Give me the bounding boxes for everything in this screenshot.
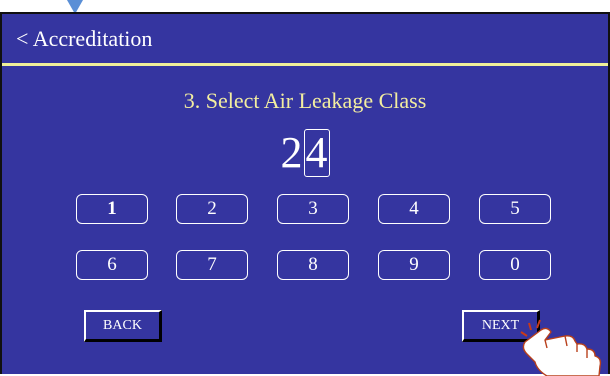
key-2[interactable]: 2 bbox=[176, 194, 248, 224]
key-6[interactable]: 6 bbox=[76, 250, 148, 280]
key-4[interactable]: 4 bbox=[378, 194, 450, 224]
key-8[interactable]: 8 bbox=[277, 250, 349, 280]
key-3[interactable]: 3 bbox=[277, 194, 349, 224]
key-1[interactable]: 1 bbox=[76, 194, 148, 224]
pointing-hand-icon bbox=[520, 319, 602, 376]
back-button[interactable]: BACK bbox=[84, 310, 162, 342]
accreditation-screen: < Accreditation 3. Select Air Leakage Cl… bbox=[0, 12, 610, 376]
key-5[interactable]: 5 bbox=[479, 194, 551, 224]
key-7[interactable]: 7 bbox=[176, 250, 248, 280]
key-9[interactable]: 9 bbox=[378, 250, 450, 280]
key-0[interactable]: 0 bbox=[479, 250, 551, 280]
